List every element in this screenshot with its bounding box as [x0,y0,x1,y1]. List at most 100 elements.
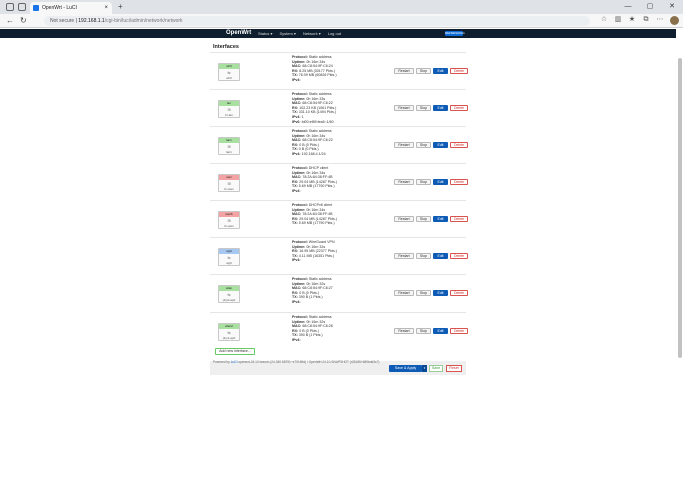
status-value: 0 B (0 Pkts.) [299,328,319,333]
restart-button[interactable]: Restart [394,328,414,334]
edit-button[interactable]: Edit [433,105,448,111]
restart-button[interactable]: Restart [394,216,414,222]
save-apply-button[interactable]: Save & Apply [389,365,422,372]
delete-button[interactable]: Delete [450,179,468,185]
delete-button[interactable]: Delete [450,290,468,296]
url-input[interactable]: Not secure | 192.168.1.1/cgi-bin/luci/ad… [44,16,590,26]
interface-row: wlr0 ⇆ wlr0 Protocol: Static address Uptime:… [210,52,468,89]
refresh-badge[interactable]: REFRESHING [445,31,465,36]
edit-button[interactable]: Edit [433,290,448,296]
status-value: Static address [308,129,332,133]
delete-button[interactable]: Delete [450,105,468,111]
status-value: 0h 16m 34s [306,59,326,64]
extensions-icon[interactable]: ⋯ [656,16,664,24]
interface-status: Protocol: Static address Uptime: 0h 16m 3… [292,277,390,305]
interface-device: br-lan [225,113,233,117]
new-tab-icon[interactable]: + [118,2,123,12]
status-key: IPv4: [292,114,301,119]
split-screen-icon[interactable]: ▥ [614,16,622,24]
save-button[interactable]: Save [429,365,443,372]
tab-actions-icon[interactable] [18,3,26,11]
status-key: MAC: [292,286,302,291]
edit-button[interactable]: Edit [433,68,448,74]
stop-button[interactable]: Stop [416,179,431,185]
edit-button[interactable]: Edit [433,179,448,185]
status-line: IPv4: [292,78,390,83]
page-title: Interfaces [213,44,239,50]
status-key: Protocol: [292,240,308,244]
status-key: IPv4: [292,77,301,82]
minimize-icon[interactable]: — [617,0,639,14]
restart-button[interactable]: Restart [394,142,414,148]
interface-device: br-wan [224,187,234,191]
back-icon[interactable]: ← [6,16,14,26]
collections-icon[interactable]: ⧉ [642,16,650,24]
add-interface-button[interactable]: Add new interface... [215,348,255,355]
save-apply-dropdown-icon[interactable]: ▾ [422,365,427,372]
interface-actions: Restart Stop Edit Delete [394,105,468,111]
status-line: TX: 5.69 MB (17790 Pkts.) [292,221,390,226]
profile-menu-icon[interactable] [6,3,14,11]
nav-status[interactable]: Status ▾ [258,29,272,38]
close-window-icon[interactable]: ✕ [661,0,683,14]
status-value: 8.25 MB (30177 Pkts.) [299,68,335,73]
restart-button[interactable]: Restart [394,290,414,296]
interface-name: wlr0 [219,64,239,69]
favorites-icon[interactable]: ★ [628,16,636,24]
nav-system[interactable]: System ▾ [279,29,295,38]
status-key: IPv6: [292,119,301,124]
status-value: 5.69 MB (17790 Pkts.) [298,221,335,226]
stop-button[interactable]: Stop [416,105,431,111]
brand-logo[interactable]: OpenWrt [226,29,251,38]
status-key: Uptime: [292,170,306,175]
nav-logout[interactable]: Log out [328,29,341,38]
network-device-icon: ⇆ [227,255,231,260]
maximize-icon[interactable]: ▢ [639,0,661,14]
restart-button[interactable]: Restart [394,179,414,185]
stop-button[interactable]: Stop [416,216,431,222]
status-value: 16.95 MB (22377 Pkts.) [299,249,337,254]
status-value: 68:C8:54:9F:C6:22 [302,138,333,143]
profile-avatar-icon[interactable] [670,16,679,25]
status-value: 0h 16m 34s [306,133,326,138]
restart-button[interactable]: Restart [394,68,414,74]
stop-button[interactable]: Stop [416,328,431,334]
network-device-icon: ⇆ [227,70,231,75]
interface-actions: Restart Stop Edit Delete [394,216,468,222]
delete-button[interactable]: Delete [450,68,468,74]
interface-row: lan ⊞ br-lan Protocol: Static address Uptime… [210,89,468,126]
nav-network[interactable]: Network ▾ [303,29,321,38]
delete-button[interactable]: Delete [450,142,468,148]
status-value: 68:C8:54:9F:C6:24 [302,64,333,69]
stop-button[interactable]: Stop [416,253,431,259]
restart-button[interactable]: Restart [394,253,414,259]
close-tab-icon[interactable]: × [104,2,108,14]
stop-button[interactable]: Stop [416,290,431,296]
interface-device: lan1 [226,150,232,154]
footer-prefix: Powered by [213,360,231,364]
restart-button[interactable]: Restart [394,105,414,111]
status-value: 0h 16m 32s [306,244,326,249]
page-scrollbar[interactable] [678,58,682,358]
favorite-icon[interactable]: ☆ [600,16,608,24]
interface-badge: lan ⊞ br-lan [218,100,240,118]
stop-button[interactable]: Stop [416,68,431,74]
status-key: Protocol: [292,129,308,133]
not-secure-label[interactable]: Not secure [50,18,74,24]
status-key: Uptime: [292,59,306,64]
status-value: 68:C8:54:9F:C6:22 [302,101,333,106]
status-value: 29.04 MB (14287 Pkts.) [299,216,337,221]
delete-button[interactable]: Delete [450,253,468,259]
reset-button[interactable]: Reset [446,365,462,372]
reload-icon[interactable]: ↻ [20,16,27,26]
delete-button[interactable]: Delete [450,216,468,222]
delete-button[interactable]: Delete [450,328,468,334]
status-key: Uptime: [292,319,306,324]
browser-tab[interactable]: OpenWrt - LuCI × [30,2,112,14]
edit-button[interactable]: Edit [433,253,448,259]
edit-button[interactable]: Edit [433,328,448,334]
interface-status: Protocol: Static address Uptime: 0h 16m 3… [292,92,390,124]
edit-button[interactable]: Edit [433,216,448,222]
stop-button[interactable]: Stop [416,142,431,148]
edit-button[interactable]: Edit [433,142,448,148]
